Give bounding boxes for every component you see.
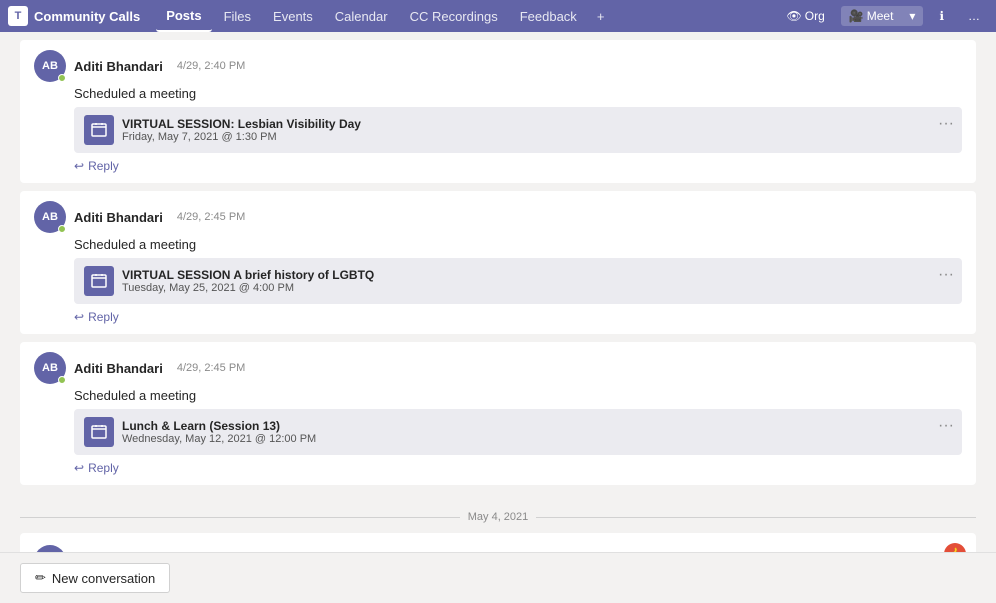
logo-initials: T <box>15 10 22 22</box>
reply-icon: ↩ <box>74 461 84 475</box>
info-button[interactable]: ℹ <box>931 6 952 26</box>
app-logo: T <box>8 6 28 26</box>
pencil-icon: ✏ <box>35 570 46 586</box>
meeting-date: Tuesday, May 25, 2021 @ 4:00 PM <box>122 282 374 294</box>
meeting-more-btn[interactable]: ··· <box>938 417 954 435</box>
main-content: AB Aditi Bhandari 4/29, 2:40 PM Schedule… <box>0 32 996 603</box>
meeting-info: VIRTUAL SESSION A brief history of LGBTQ… <box>122 268 374 294</box>
meeting-more-btn[interactable]: ··· <box>938 115 954 133</box>
author-name: Aditi Bhandari <box>74 210 163 225</box>
message-card: AB Aditi Bhandari 4/29, 2:40 PM Schedule… <box>20 40 976 183</box>
new-conversation-bar: ✏ New conversation <box>0 552 996 603</box>
nav-cc-recordings[interactable]: CC Recordings <box>400 0 508 32</box>
new-conversation-button[interactable]: ✏ New conversation <box>20 563 170 593</box>
messages-section: AB Aditi Bhandari 4/29, 2:40 PM Schedule… <box>0 32 996 501</box>
meeting-info: VIRTUAL SESSION: Lesbian Visibility Day … <box>122 117 361 143</box>
message-body: Scheduled a meeting <box>74 237 962 252</box>
avatar: AB <box>34 50 66 82</box>
reply-link[interactable]: ↩ Reply <box>74 310 962 324</box>
message-header: AB Aditi Bhandari 4/29, 2:40 PM <box>34 50 962 82</box>
nav-files[interactable]: Files <box>214 0 261 32</box>
meet-dropdown-btn[interactable]: ▾ <box>901 6 923 26</box>
message-card: AB Aditi Bhandari 4/29, 2:45 PM Schedule… <box>20 191 976 334</box>
message-body: Scheduled a meeting <box>74 86 962 101</box>
top-bar: T Community Calls Posts Files Events Cal… <box>0 0 996 32</box>
nav-add-tab[interactable]: + <box>589 5 613 28</box>
message-timestamp: 4/29, 2:40 PM <box>177 60 246 72</box>
message-timestamp: 4/29, 2:45 PM <box>177 362 246 374</box>
meeting-icon <box>84 115 114 145</box>
meeting-info: Lunch & Learn (Session 13) Wednesday, Ma… <box>122 419 316 445</box>
online-indicator <box>58 376 66 384</box>
author-name: Aditi Bhandari <box>74 361 163 376</box>
meeting-title: Lunch & Learn (Session 13) <box>122 419 316 433</box>
meeting-date: Friday, May 7, 2021 @ 1:30 PM <box>122 131 361 143</box>
reply-icon: ↩ <box>74 310 84 324</box>
message-timestamp: 4/29, 2:45 PM <box>177 211 246 223</box>
author-name: Aditi Bhandari <box>74 59 163 74</box>
org-icon: 👁 <box>787 9 802 23</box>
meeting-more-btn[interactable]: ··· <box>938 266 954 284</box>
meeting-icon <box>84 266 114 296</box>
nav-feedback[interactable]: Feedback <box>510 0 587 32</box>
meeting-card: VIRTUAL SESSION: Lesbian Visibility Day … <box>74 107 962 153</box>
date-divider: May 4, 2021 <box>0 511 996 523</box>
meeting-title: VIRTUAL SESSION: Lesbian Visibility Day <box>122 117 361 131</box>
reply-icon: ↩ <box>74 159 84 173</box>
org-button[interactable]: 👁 Org <box>779 6 833 26</box>
meet-button-group[interactable]: 🎥 Meet ▾ <box>841 6 924 26</box>
message-header: AB Aditi Bhandari 4/29, 2:45 PM <box>34 201 962 233</box>
reply-link[interactable]: ↩ Reply <box>74 159 962 173</box>
meeting-date: Wednesday, May 12, 2021 @ 12:00 PM <box>122 433 316 445</box>
meet-main-btn[interactable]: 🎥 Meet <box>841 6 902 26</box>
nav-posts[interactable]: Posts <box>156 0 211 32</box>
nav-events[interactable]: Events <box>263 0 323 32</box>
message-header: AB Aditi Bhandari 4/29, 2:45 PM <box>34 352 962 384</box>
nav-calendar[interactable]: Calendar <box>325 0 398 32</box>
channel-title: Community Calls <box>34 9 140 24</box>
message-card: AB Aditi Bhandari 4/29, 2:45 PM Schedule… <box>20 342 976 485</box>
top-nav: Posts Files Events Calendar CC Recording… <box>156 0 778 32</box>
meeting-title: VIRTUAL SESSION A brief history of LGBTQ <box>122 268 374 282</box>
meeting-card: VIRTUAL SESSION A brief history of LGBTQ… <box>74 258 962 304</box>
camera-icon: 🎥 <box>849 9 864 23</box>
more-button[interactable]: … <box>960 6 988 26</box>
online-indicator <box>58 74 66 82</box>
message-body: Scheduled a meeting <box>74 388 962 403</box>
reply-link[interactable]: ↩ Reply <box>74 461 962 475</box>
top-bar-right: 👁 Org 🎥 Meet ▾ ℹ … <box>779 6 988 26</box>
online-indicator <box>58 225 66 233</box>
meeting-icon <box>84 417 114 447</box>
meeting-card: Lunch & Learn (Session 13) Wednesday, Ma… <box>74 409 962 455</box>
avatar: AB <box>34 201 66 233</box>
avatar: AB <box>34 352 66 384</box>
